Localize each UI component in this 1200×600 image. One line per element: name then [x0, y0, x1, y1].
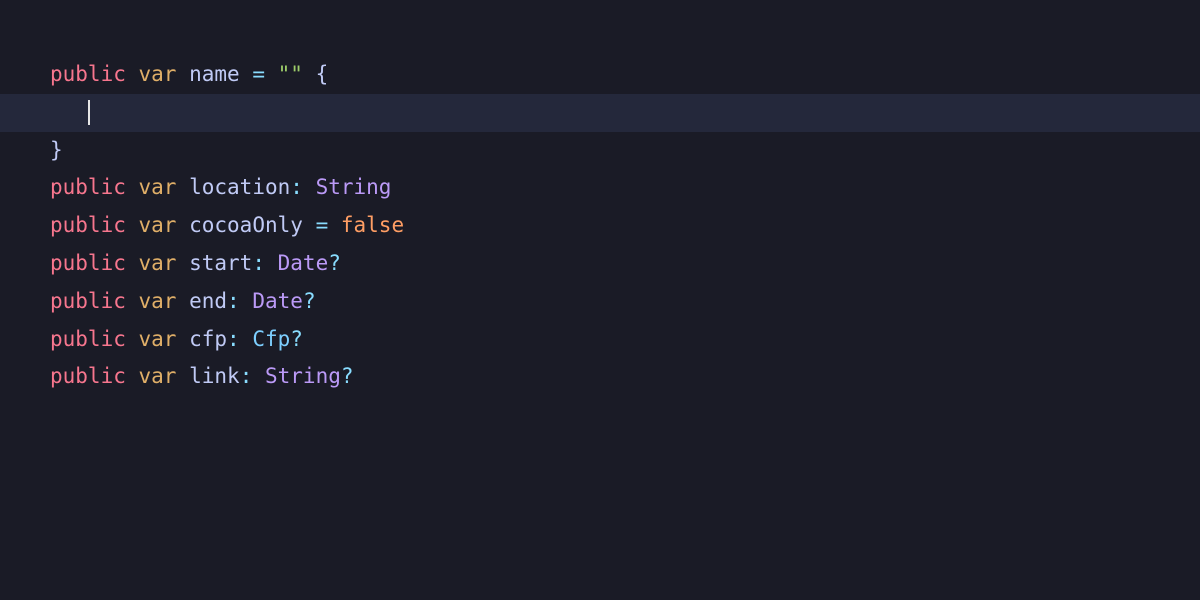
code-line[interactable]: public var cfp: Cfp? — [0, 321, 1200, 359]
identifier: end — [189, 283, 227, 321]
type-name: Cfp — [252, 321, 290, 359]
identifier: start — [189, 245, 252, 283]
code-line[interactable]: public var location: String — [0, 169, 1200, 207]
type-name: String — [316, 169, 392, 207]
code-line[interactable]: public var end: Date? — [0, 283, 1200, 321]
keyword-public: public — [50, 245, 126, 283]
keyword-var: var — [139, 321, 177, 359]
code-line[interactable]: } — [0, 132, 1200, 170]
identifier: name — [189, 56, 240, 94]
keyword-var: var — [139, 358, 177, 396]
operator-colon: : — [240, 358, 253, 396]
type-name: Date — [252, 283, 303, 321]
identifier: link — [189, 358, 240, 396]
identifier: cocoaOnly — [189, 207, 303, 245]
keyword-public: public — [50, 283, 126, 321]
code-line[interactable]: public var link: String? — [0, 358, 1200, 396]
code-editor[interactable]: public var name = "" { } public var loca… — [0, 0, 1200, 396]
operator-optional: ? — [341, 358, 354, 396]
code-line-active[interactable] — [0, 94, 1200, 132]
code-line[interactable]: public var name = "" { — [0, 56, 1200, 94]
operator-equals: = — [316, 207, 329, 245]
keyword-public: public — [50, 169, 126, 207]
keyword-public: public — [50, 207, 126, 245]
keyword-public: public — [50, 321, 126, 359]
operator-colon: : — [227, 283, 240, 321]
keyword-var: var — [139, 207, 177, 245]
operator-optional: ? — [290, 321, 303, 359]
operator-colon: : — [227, 321, 240, 359]
keyword-var: var — [139, 56, 177, 94]
identifier: cfp — [189, 321, 227, 359]
code-line[interactable]: public var start: Date? — [0, 245, 1200, 283]
operator-equals: = — [252, 56, 265, 94]
code-line[interactable]: public var cocoaOnly = false — [0, 207, 1200, 245]
keyword-var: var — [139, 283, 177, 321]
operator-optional: ? — [328, 245, 341, 283]
string-literal: "" — [278, 56, 303, 94]
identifier: location — [189, 169, 290, 207]
keyword-public: public — [50, 358, 126, 396]
operator-colon: : — [290, 169, 303, 207]
bool-literal: false — [341, 207, 404, 245]
text-cursor — [88, 100, 90, 125]
keyword-var: var — [139, 245, 177, 283]
brace-close: } — [50, 132, 63, 170]
type-name: Date — [278, 245, 329, 283]
brace-open: { — [316, 56, 329, 94]
type-name: String — [265, 358, 341, 396]
keyword-var: var — [139, 169, 177, 207]
operator-colon: : — [252, 245, 265, 283]
operator-optional: ? — [303, 283, 316, 321]
keyword-public: public — [50, 56, 126, 94]
